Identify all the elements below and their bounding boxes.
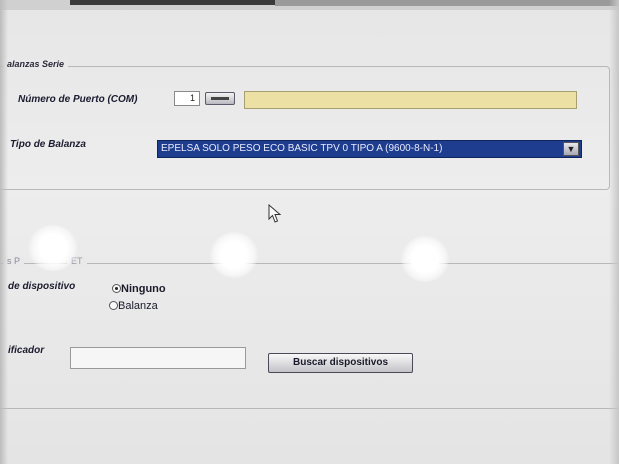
button-bar-icon xyxy=(211,97,229,100)
buscar-dispositivos-button[interactable]: Buscar dispositivos xyxy=(268,353,413,373)
port-number-field[interactable]: 1 xyxy=(174,91,200,106)
radio-checked-icon[interactable] xyxy=(112,284,121,293)
vignette-left xyxy=(0,0,8,464)
chevron-down-icon[interactable]: ▼ xyxy=(563,142,579,156)
top-bar-tab xyxy=(70,0,275,5)
glare-spot xyxy=(210,232,258,278)
radio-ninguno-label: Ninguno xyxy=(121,283,166,295)
vignette-right xyxy=(609,0,619,464)
radio-ninguno[interactable]: Ninguno xyxy=(112,283,166,295)
dispositivo-label: de dispositivo xyxy=(8,281,76,292)
dispositivo-group: s P ET xyxy=(0,256,619,409)
balanzas-serie-legend: alanzas Serie xyxy=(3,59,69,69)
mouse-pointer-icon xyxy=(268,204,282,223)
identificador-input[interactable] xyxy=(70,347,246,369)
port-select-button[interactable] xyxy=(205,92,235,105)
app-window: alanzas Serie Número de Puerto (COM) 1 T… xyxy=(0,0,619,464)
radio-balanza[interactable]: Balanza xyxy=(109,300,158,312)
top-bar xyxy=(0,0,619,10)
port-label: Número de Puerto (COM) xyxy=(18,94,138,105)
radio-balanza-label: Balanza xyxy=(118,300,158,312)
tipo-balanza-select[interactable]: EPELSA SOLO PESO ECO BASIC TPV 0 TIPO A … xyxy=(157,140,582,158)
balanzas-serie-group: alanzas Serie xyxy=(0,59,610,190)
tipo-balanza-selected: EPELSA SOLO PESO ECO BASIC TPV 0 TIPO A … xyxy=(161,143,443,154)
identificador-label: ificador xyxy=(8,345,45,356)
glare-spot xyxy=(401,236,449,282)
radio-unchecked-icon[interactable] xyxy=(109,301,118,310)
glare-spot xyxy=(28,225,78,271)
top-bar-strip xyxy=(275,0,619,6)
tipo-balanza-label: Tipo de Balanza xyxy=(10,139,86,150)
port-description-field[interactable] xyxy=(244,91,577,109)
